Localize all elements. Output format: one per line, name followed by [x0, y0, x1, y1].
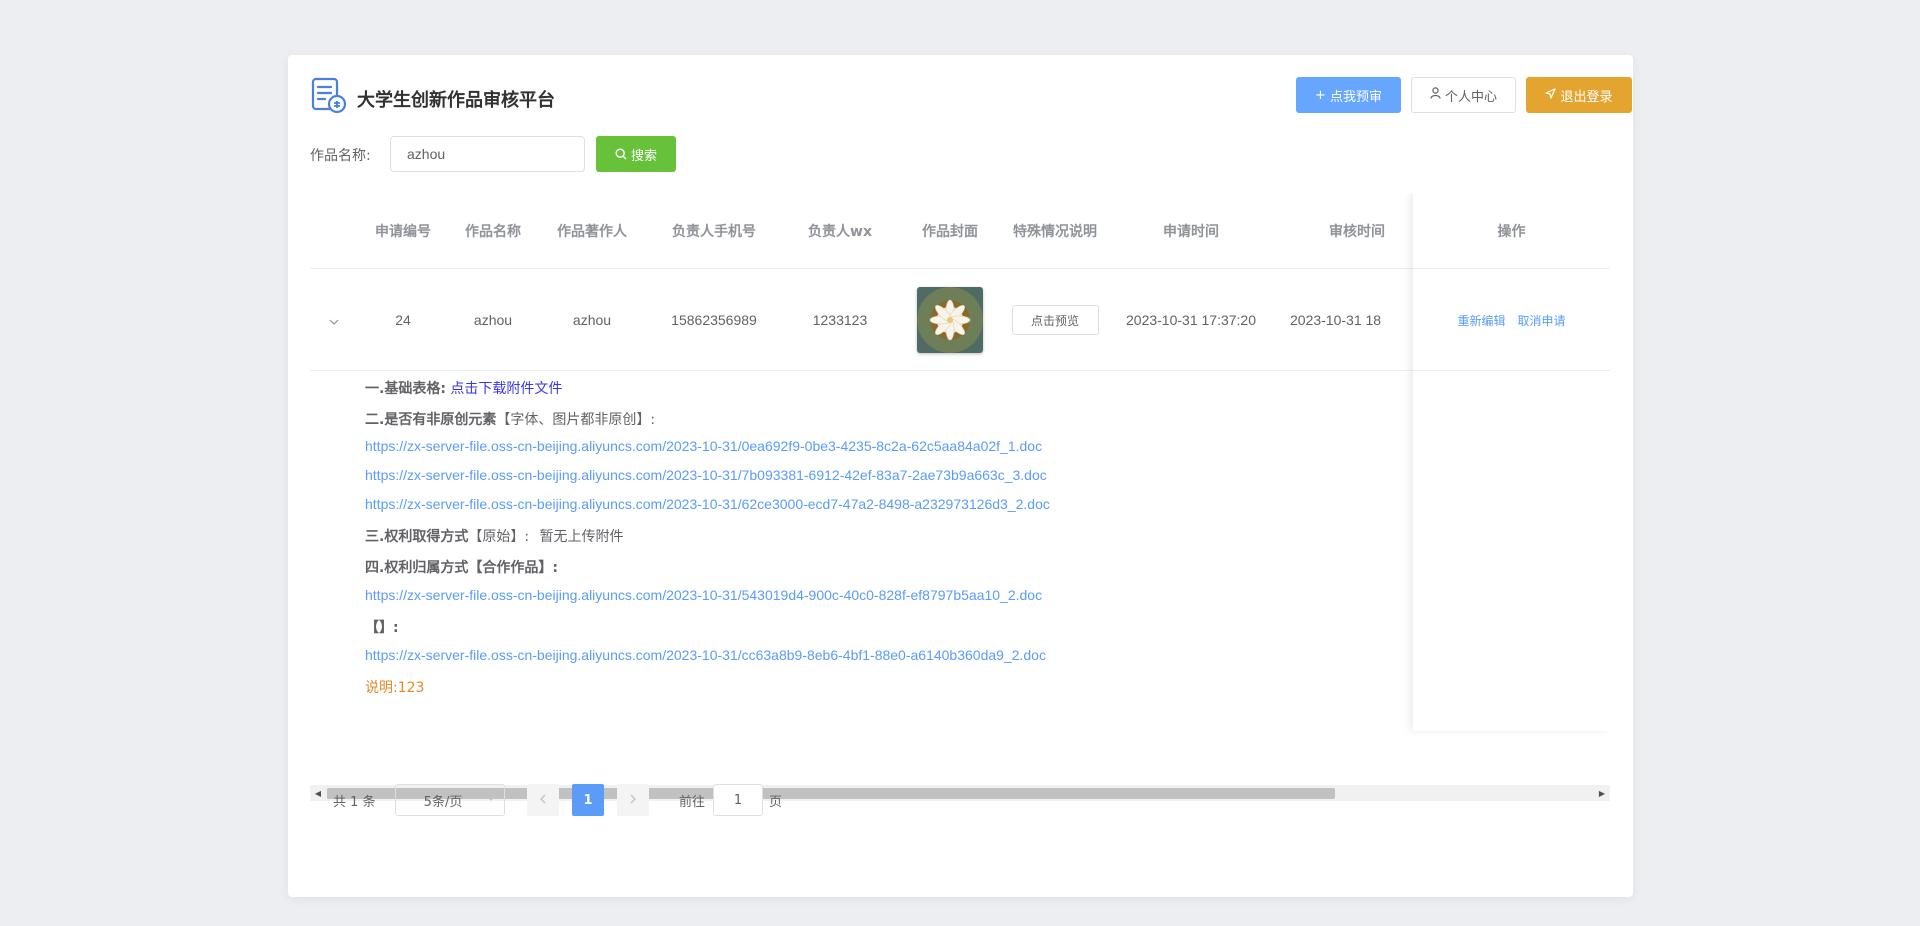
- send-icon: [1545, 87, 1557, 103]
- cell-phone: 15862356989: [671, 312, 757, 328]
- expand-toggle[interactable]: [310, 270, 358, 370]
- cell-author: azhou: [572, 312, 612, 328]
- next-page-button[interactable]: [617, 784, 649, 816]
- pagination-total: 共 1 条: [333, 794, 376, 810]
- fixed-operation-column: 操作 重新编辑 取消申请: [1413, 193, 1610, 731]
- header: 大学生创新作品审核平台 + 点我预审 个人中心 退出登录: [310, 77, 1632, 117]
- search-label: 作品名称:: [310, 148, 371, 164]
- search-row: 作品名称: 搜索: [310, 136, 910, 172]
- re-edit-link[interactable]: 重新编辑: [1457, 312, 1505, 329]
- column-header: 负责人wx: [808, 224, 872, 240]
- column-header: 负责人手机号: [672, 224, 756, 240]
- column-header-operation: 操作: [1413, 193, 1610, 269]
- column-header: 申请时间: [1163, 224, 1219, 240]
- note-value: 123: [397, 680, 425, 696]
- basic-form-line: 一.基础表格: 点击下载附件文件: [365, 378, 562, 398]
- cell-cover: [898, 270, 1002, 370]
- search-icon: [615, 148, 627, 160]
- plus-icon: +: [1315, 87, 1326, 103]
- goto-label: 前往: [679, 794, 706, 810]
- non-original-line: 二.是否有非原创元素【字体、图片都非原创】:: [365, 409, 655, 429]
- cell-apply-time: 2023-10-31 17:37:20: [1126, 312, 1256, 328]
- cell-name: azhou: [473, 312, 513, 328]
- search-input[interactable]: [390, 136, 585, 172]
- scroll-left-arrow-icon[interactable]: ◀: [310, 785, 326, 801]
- user-icon: [1430, 87, 1441, 103]
- goto-page-input[interactable]: 1: [713, 784, 763, 816]
- rights-acquisition-label: 三.权利取得方式: [365, 529, 469, 545]
- file-link[interactable]: https://zx-server-file.oss-cn-beijing.al…: [365, 438, 1042, 454]
- cover-image[interactable]: [917, 287, 983, 353]
- column-header: 作品著作人: [557, 224, 627, 240]
- logout-button-label: 退出登录: [1560, 89, 1613, 105]
- column-header: 特殊情况说明: [1013, 224, 1097, 240]
- other-line: 【】:: [365, 617, 399, 637]
- non-original-label: 二.是否有非原创元素: [365, 412, 497, 428]
- page-number-current[interactable]: 1: [572, 784, 604, 816]
- app-title: 大学生创新作品审核平台: [357, 90, 555, 111]
- user-center-button-label: 个人中心: [1444, 89, 1497, 105]
- user-center-button[interactable]: 个人中心: [1411, 77, 1516, 113]
- file-link[interactable]: https://zx-server-file.oss-cn-beijing.al…: [365, 647, 1046, 663]
- chevron-down-icon: [486, 793, 496, 804]
- basic-form-label: 一.基础表格:: [365, 381, 446, 397]
- cell-id: 24: [395, 312, 411, 328]
- column-header: 申请编号: [375, 224, 431, 240]
- prev-page-button[interactable]: [527, 784, 559, 816]
- column-header: 作品名称: [465, 224, 521, 240]
- operation-cell: 重新编辑 取消申请: [1413, 270, 1610, 371]
- preview-button-label: 点我预审: [1329, 89, 1382, 105]
- rights-ownership-detail: 【合作作品】:: [468, 560, 558, 576]
- search-button-label: 搜索: [630, 148, 657, 164]
- file-link[interactable]: https://zx-server-file.oss-cn-beijing.al…: [365, 587, 1042, 603]
- cancel-application-link[interactable]: 取消申请: [1518, 312, 1566, 329]
- rights-ownership-line: 四.权利归属方式【合作作品】:: [365, 557, 558, 577]
- page-unit-label: 页: [769, 794, 783, 810]
- cell-wx: 1233123: [812, 312, 868, 328]
- preview-button[interactable]: + 点我预审: [1296, 77, 1401, 113]
- note-line: 说明:123: [365, 677, 424, 697]
- chevron-left-icon: [540, 793, 546, 808]
- note-label: 说明:: [365, 680, 398, 696]
- logout-button[interactable]: 退出登录: [1526, 77, 1632, 113]
- file-link[interactable]: https://zx-server-file.oss-cn-beijing.al…: [365, 496, 1050, 512]
- column-header: 作品封面: [922, 224, 978, 240]
- scroll-right-arrow-icon[interactable]: ▶: [1594, 785, 1610, 801]
- rights-ownership-label: 四.权利归属方式: [365, 560, 469, 576]
- works-table: 申请编号 作品名称 作品著作人 负责人手机号 负责人wx 作品封面 特殊情况说明…: [310, 193, 1610, 801]
- download-attachment-link[interactable]: 点击下载附件文件: [450, 381, 562, 397]
- rights-acquisition-line: 三.权利取得方式【原始】: 暂无上传附件: [365, 526, 624, 546]
- other-label: 【】:: [365, 620, 399, 636]
- non-original-detail: 【字体、图片都非原创】:: [496, 412, 656, 428]
- cell-special: 点击预览: [1002, 270, 1108, 370]
- chevron-right-icon: [630, 793, 636, 808]
- page-size-value: 5条/页: [423, 794, 463, 810]
- rights-acquisition-value: 暂无上传附件: [539, 529, 624, 545]
- rights-acquisition-detail: 【原始】:: [468, 529, 530, 545]
- pagination: 共 1 条 5条/页 1 前往 1 页: [333, 784, 933, 816]
- chevron-down-icon: [329, 312, 339, 328]
- search-button[interactable]: 搜索: [596, 136, 676, 172]
- special-preview-button[interactable]: 点击预览: [1011, 305, 1099, 335]
- document-logo-icon: [310, 77, 348, 115]
- file-link[interactable]: https://zx-server-file.oss-cn-beijing.al…: [365, 467, 1047, 483]
- main-card: 大学生创新作品审核平台 + 点我预审 个人中心 退出登录 作品名称: 搜索: [288, 55, 1633, 897]
- page-size-select[interactable]: 5条/页: [395, 784, 505, 816]
